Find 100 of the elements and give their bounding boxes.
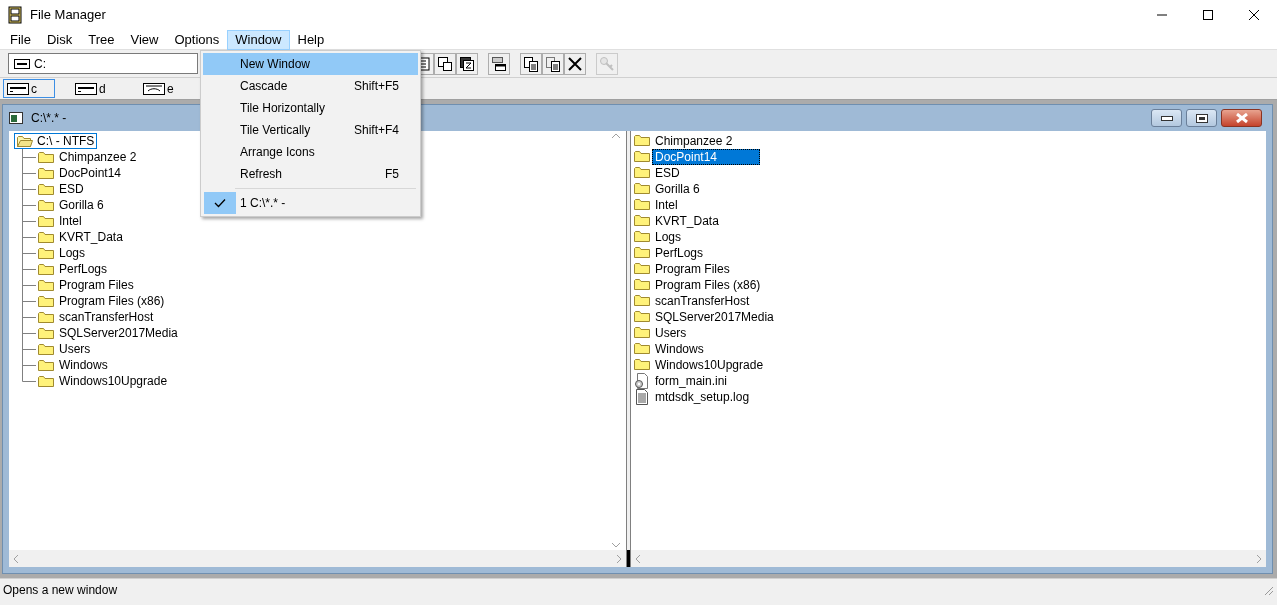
menu-item[interactable]: Options bbox=[166, 29, 228, 50]
drive-button[interactable]: d bbox=[71, 79, 123, 98]
menu-item[interactable]: New Window bbox=[203, 53, 418, 75]
folder-icon bbox=[634, 293, 650, 309]
folder-icon bbox=[38, 198, 54, 212]
directory-entry[interactable]: SQLServer2017Media bbox=[56, 325, 181, 341]
drive-button[interactable]: c bbox=[3, 79, 55, 98]
folder-icon bbox=[38, 230, 54, 244]
folder-icon bbox=[634, 309, 650, 325]
window-icon bbox=[9, 112, 23, 124]
close-icon bbox=[1234, 113, 1249, 123]
toolbar-button[interactable] bbox=[564, 52, 586, 75]
folder-icon bbox=[38, 150, 54, 164]
listing-entry[interactable]: Users bbox=[652, 325, 690, 341]
drive-icon bbox=[75, 82, 97, 95]
menu-item[interactable]: Cascade Shift+F5 bbox=[203, 75, 418, 97]
menu-item[interactable]: 1 C:\*.* - bbox=[203, 192, 418, 214]
tree-line bbox=[22, 181, 36, 197]
listing-entry[interactable]: ESD bbox=[652, 165, 683, 181]
directory-entry[interactable]: Windows10Upgrade bbox=[56, 373, 171, 389]
folder-icon bbox=[38, 166, 54, 180]
menu-item[interactable]: Tree bbox=[80, 29, 123, 50]
tree-line bbox=[22, 149, 36, 165]
listing-entry[interactable]: Logs bbox=[652, 229, 685, 245]
folder-icon bbox=[38, 214, 54, 228]
menu-item[interactable]: Refresh F5 bbox=[203, 163, 418, 185]
listing-entry[interactable]: DocPoint14 bbox=[652, 149, 760, 165]
directory-entry[interactable]: Logs bbox=[56, 245, 89, 261]
menu-item[interactable]: Window bbox=[227, 29, 290, 50]
check-icon bbox=[214, 198, 226, 208]
tree-line bbox=[22, 277, 36, 293]
folder-icon bbox=[38, 294, 54, 308]
folder-icon bbox=[634, 325, 650, 341]
tree-line bbox=[22, 197, 36, 213]
tree-line bbox=[22, 213, 36, 229]
folder-icon bbox=[634, 197, 650, 213]
drive-icon bbox=[7, 82, 29, 95]
tree-line bbox=[22, 341, 36, 357]
menu-item[interactable]: Disk bbox=[38, 29, 81, 50]
toolbar-button[interactable] bbox=[520, 52, 542, 75]
menu-item[interactable]: Tile Horizontally bbox=[203, 97, 418, 119]
listing-entry[interactable]: Windows bbox=[652, 341, 707, 357]
directory-entry[interactable]: Intel bbox=[56, 213, 85, 229]
listing-entry[interactable]: Intel bbox=[652, 197, 681, 213]
drive-root-entry[interactable]: C:\ - NTFS bbox=[14, 133, 98, 149]
restore-button[interactable] bbox=[1186, 109, 1217, 127]
folder-icon bbox=[38, 326, 54, 340]
directory-entry[interactable]: ESD bbox=[56, 181, 87, 197]
tree-line bbox=[22, 165, 36, 181]
text-file-icon bbox=[634, 389, 650, 405]
menu-item[interactable]: Help bbox=[289, 29, 333, 50]
drive-button[interactable]: e bbox=[139, 79, 191, 98]
menu-item[interactable]: File bbox=[2, 29, 39, 50]
toolbar-button[interactable] bbox=[434, 52, 456, 75]
listing-entry[interactable]: mtdsdk_setup.log bbox=[652, 389, 753, 405]
listing-entry[interactable]: Chimpanzee 2 bbox=[652, 133, 736, 149]
listing-entry[interactable]: scanTransferHost bbox=[652, 293, 753, 309]
listing-entry[interactable]: Gorilla 6 bbox=[652, 181, 703, 197]
folder-icon bbox=[634, 341, 650, 357]
folder-icon bbox=[38, 246, 54, 260]
menu-item[interactable]: Arrange Icons bbox=[203, 141, 418, 163]
directory-entry[interactable]: DocPoint14 bbox=[56, 165, 125, 181]
minimize-button[interactable] bbox=[1151, 109, 1182, 127]
directory-entry[interactable]: PerfLogs bbox=[56, 261, 111, 277]
toolbar-button[interactable] bbox=[488, 52, 510, 75]
menu-item[interactable]: View bbox=[122, 29, 167, 50]
directory-entry[interactable]: Windows bbox=[56, 357, 111, 373]
close-button[interactable] bbox=[1221, 109, 1262, 127]
directory-entry[interactable]: Gorilla 6 bbox=[56, 197, 107, 213]
toolbar-button[interactable] bbox=[456, 52, 478, 75]
drive-combo[interactable]: C: bbox=[8, 53, 198, 74]
directory-entry[interactable]: Users bbox=[56, 341, 94, 357]
listing-entry[interactable]: SQLServer2017Media bbox=[652, 309, 777, 325]
folder-icon bbox=[38, 182, 54, 196]
listing-entry[interactable]: Program Files (x86) bbox=[652, 277, 764, 293]
toolbar-button[interactable] bbox=[542, 52, 564, 75]
listing-entry[interactable]: form_main.ini bbox=[652, 373, 731, 389]
tree-line bbox=[22, 309, 36, 325]
menu-item[interactable]: Tile Vertically Shift+F4 bbox=[203, 119, 418, 141]
minimize-icon bbox=[1160, 115, 1173, 121]
cascade-windows-icon bbox=[437, 55, 453, 72]
network-drive-icon bbox=[491, 55, 507, 72]
window-title: File Manager bbox=[30, 6, 106, 25]
listing-entry[interactable]: PerfLogs bbox=[652, 245, 707, 261]
removable-drive-icon bbox=[143, 82, 165, 95]
listing-entry[interactable]: Windows10Upgrade bbox=[652, 357, 767, 373]
key-icon bbox=[599, 55, 615, 72]
folder-icon bbox=[634, 149, 650, 165]
tree-line bbox=[22, 261, 36, 277]
tree-line bbox=[22, 245, 36, 261]
directory-entry[interactable]: KVRT_Data bbox=[56, 229, 126, 245]
directory-entry[interactable]: Program Files (x86) bbox=[56, 293, 168, 309]
directory-entry[interactable]: scanTransferHost bbox=[56, 309, 157, 325]
delete-icon bbox=[567, 55, 583, 72]
splitter[interactable] bbox=[626, 131, 631, 567]
directory-entry[interactable]: Chimpanzee 2 bbox=[56, 149, 140, 165]
folder-icon bbox=[634, 261, 650, 277]
listing-entry[interactable]: KVRT_Data bbox=[652, 213, 722, 229]
directory-entry[interactable]: Program Files bbox=[56, 277, 137, 293]
listing-entry[interactable]: Program Files bbox=[652, 261, 733, 277]
